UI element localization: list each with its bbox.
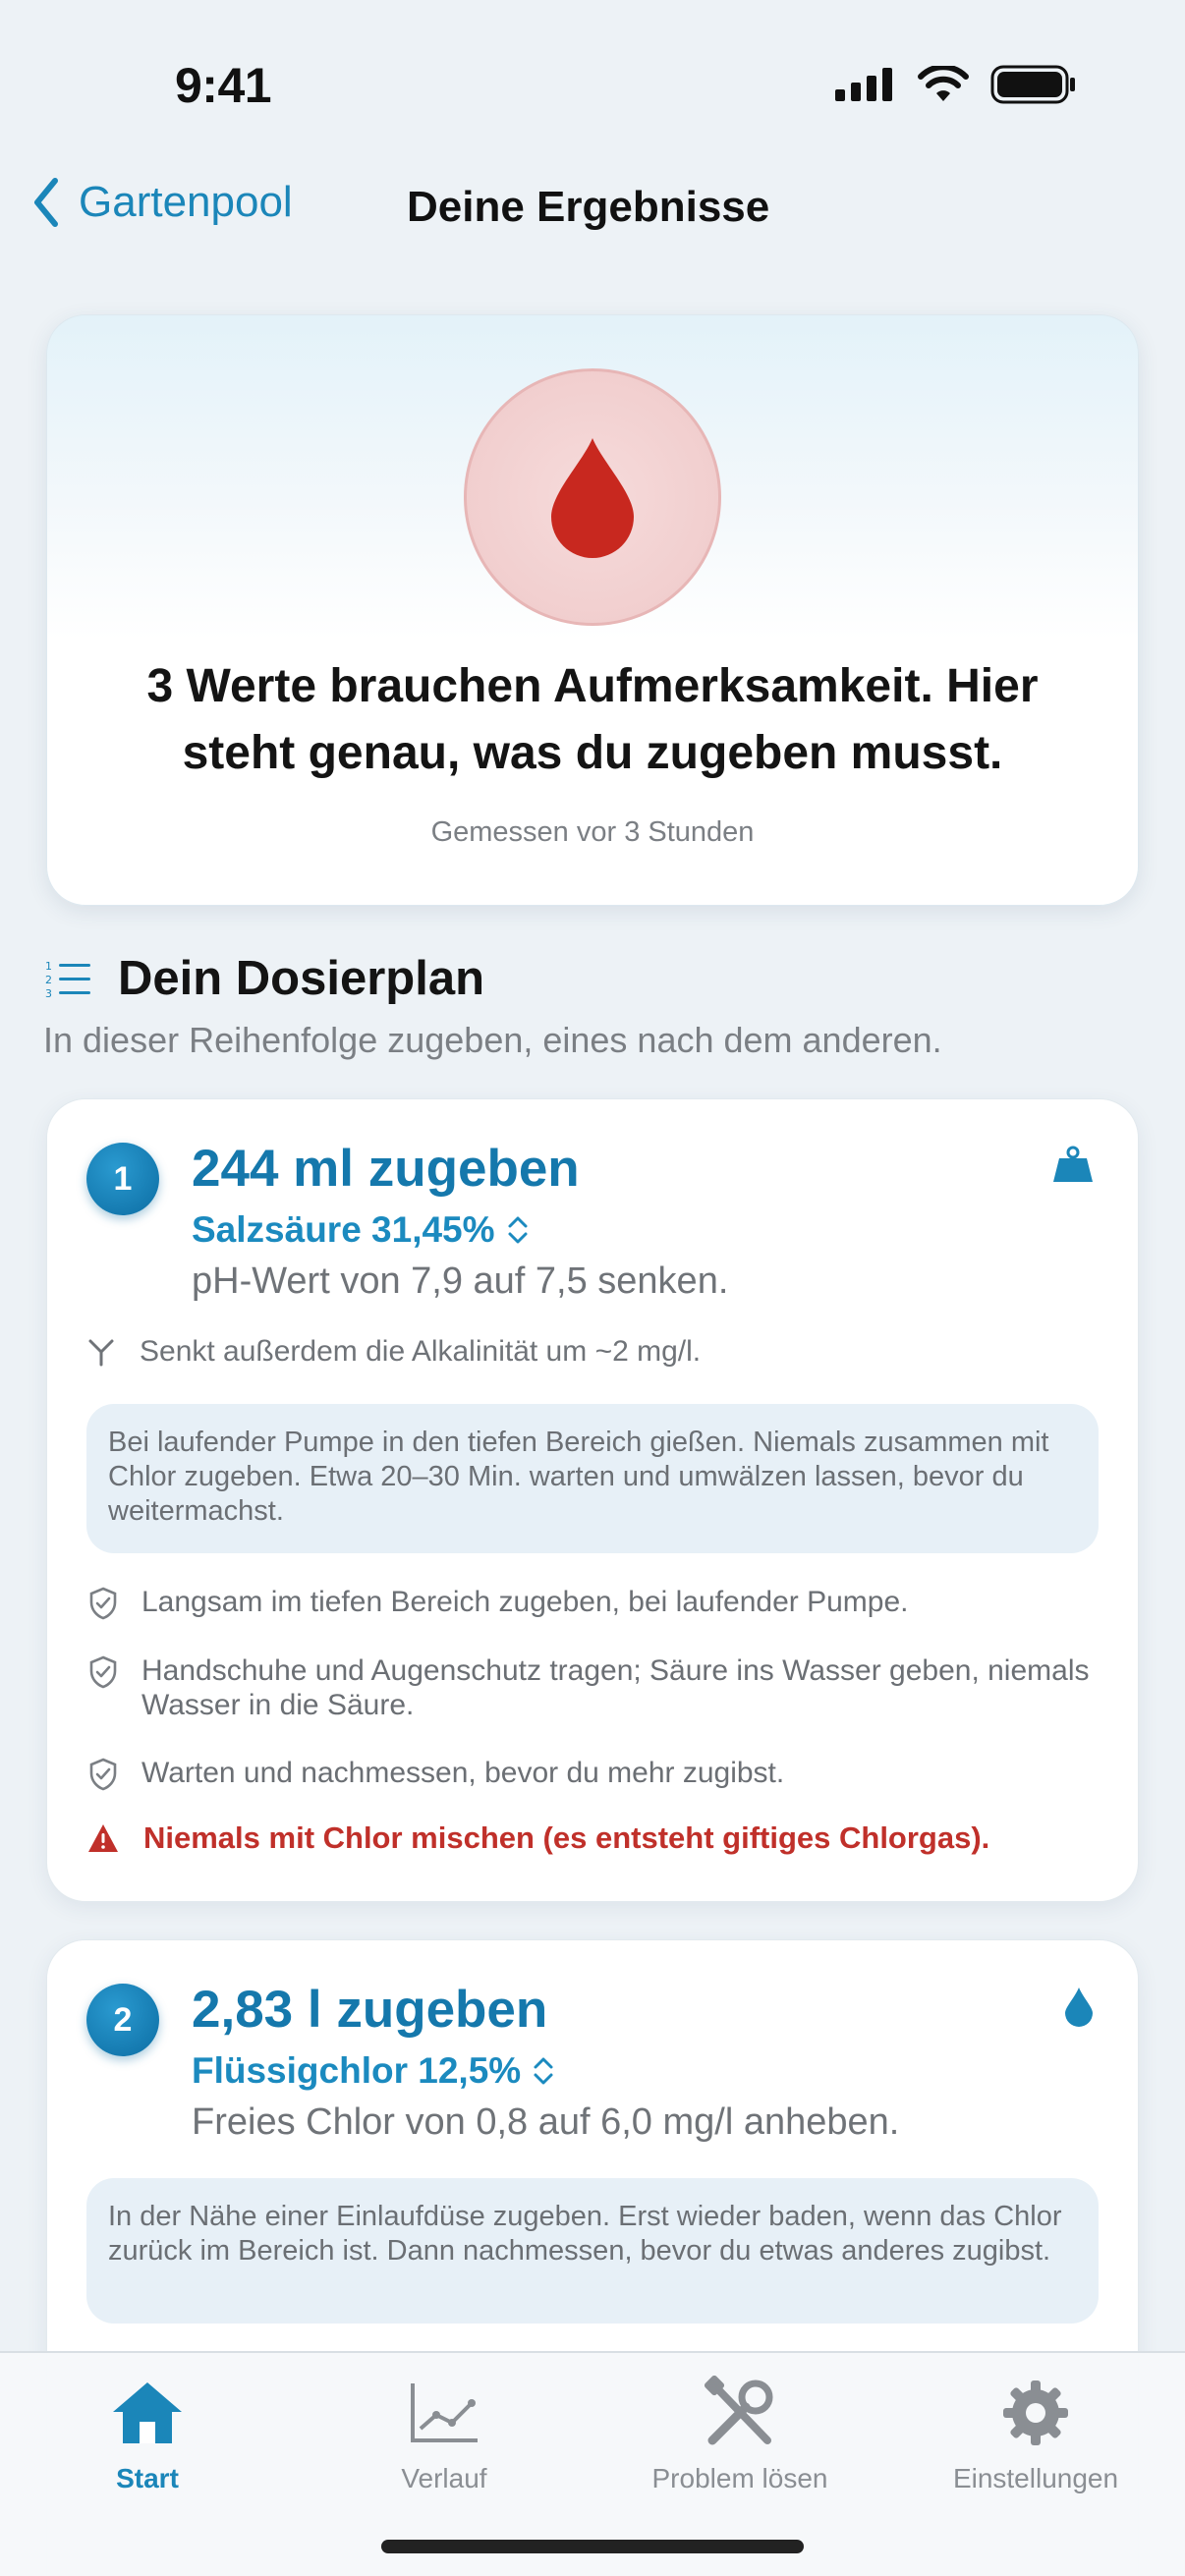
dose-goal: pH-Wert von 7,9 auf 7,5 senken. bbox=[192, 1260, 729, 1302]
warning-triangle-icon bbox=[88, 1824, 118, 1852]
warning-item: Niemals mit Chlor mischen (es entsteht g… bbox=[86, 1820, 1099, 1856]
safety-check-text: Handschuhe und Augenschutz tragen; Säure… bbox=[141, 1654, 1090, 1721]
summary-headline: 3 Werte brauchen Aufmerksamkeit. Hier st… bbox=[146, 660, 1039, 779]
section-header: 1 2 3 Dein Dosierplan bbox=[45, 951, 484, 1006]
results-screen: 9:41 Gartenpool Deine Ergebnisse 3 Werte… bbox=[0, 0, 1185, 2576]
home-indicator bbox=[381, 2540, 804, 2553]
tab-verlauf[interactable]: Verlauf bbox=[297, 2373, 592, 2494]
dose-amount: 2,83 l zugeben bbox=[192, 1981, 548, 2039]
chart-icon bbox=[297, 2373, 592, 2453]
section-title: Dein Dosierplan bbox=[118, 952, 485, 1005]
tab-label: Verlauf bbox=[401, 2463, 487, 2493]
numbered-list-icon: 1 2 3 bbox=[45, 960, 90, 998]
chemical-name: Salzsäure 31,45% bbox=[192, 1209, 495, 1250]
tab-start[interactable]: Start bbox=[0, 2373, 295, 2494]
measured-timestamp: Gemessen vor 3 Stunden bbox=[430, 816, 755, 848]
safety-check-text: Langsam im tiefen Bereich zugeben, bei l… bbox=[141, 1586, 909, 1618]
tab-label: Problem lösen bbox=[651, 2463, 828, 2493]
safety-check-item: Langsam im tiefen Bereich zugeben, bei l… bbox=[86, 1585, 1099, 1620]
side-effect-note: Senkt außerdem die Alkalinität um ~2 mg/… bbox=[86, 1335, 701, 1369]
status-time: 9:41 bbox=[175, 58, 272, 113]
safety-check-item: Handschuhe und Augenschutz tragen; Säure… bbox=[86, 1653, 1099, 1722]
instruction-box: In der Nähe einer Einlaufdüse zugeben. E… bbox=[86, 2178, 1099, 2324]
blood-drop-icon bbox=[551, 438, 634, 558]
gear-icon bbox=[888, 2373, 1183, 2453]
shield-check-icon bbox=[89, 1587, 117, 1620]
safety-check-text: Warten und nachmessen, bevor du mehr zug… bbox=[141, 1757, 785, 1789]
water-drop-icon bbox=[1063, 1986, 1095, 2032]
branch-icon bbox=[88, 1339, 114, 1367]
page-title: Deine Ergebnisse bbox=[407, 183, 770, 231]
chevron-left-icon bbox=[34, 178, 58, 227]
tab-label: Einstellungen bbox=[952, 2463, 1119, 2493]
summary-card: 3 Werte brauchen Aufmerksamkeit. Hier st… bbox=[46, 314, 1139, 906]
status-badge bbox=[464, 368, 721, 626]
home-icon bbox=[0, 2373, 295, 2453]
step-number-badge: 1 bbox=[86, 1143, 159, 1215]
shield-check-icon bbox=[89, 1758, 117, 1791]
tab-label: Start bbox=[116, 2463, 179, 2493]
tab-einstellungen[interactable]: Einstellungen bbox=[888, 2373, 1183, 2494]
chemical-selector[interactable]: Salzsäure 31,45% bbox=[192, 1209, 529, 1251]
chemical-selector[interactable]: Flüssigchlor 12,5% bbox=[192, 2050, 554, 2092]
tools-icon bbox=[592, 2373, 887, 2453]
navigation-bar: Gartenpool Deine Ergebnisse bbox=[0, 177, 1185, 246]
back-label: Gartenpool bbox=[79, 178, 293, 226]
svg-text:2: 2 bbox=[45, 974, 52, 986]
chemical-name: Flüssigchlor 12,5% bbox=[192, 2050, 522, 2091]
chevron-up-down-icon bbox=[534, 2057, 553, 2085]
section-subtitle: In dieser Reihenfolge zugeben, eines nac… bbox=[43, 1020, 942, 1060]
dose-goal: Freies Chlor von 0,8 auf 6,0 mg/l anhebe… bbox=[192, 2101, 900, 2143]
wifi-icon bbox=[918, 66, 969, 101]
svg-text:1: 1 bbox=[45, 960, 52, 973]
instruction-box: Bei laufender Pumpe in den tiefen Bereic… bbox=[86, 1404, 1099, 1553]
status-icons bbox=[835, 65, 1077, 104]
svg-text:3: 3 bbox=[45, 987, 52, 998]
safety-check-item: Warten und nachmessen, bevor du mehr zug… bbox=[86, 1756, 1099, 1791]
cellular-signal-icon bbox=[835, 68, 892, 101]
warning-text: Niemals mit Chlor mischen (es entsteht g… bbox=[143, 1820, 990, 1855]
chevron-up-down-icon bbox=[508, 1216, 528, 1244]
dosing-step-card: 1 244 ml zugeben Salzsäure 31,45% pH-Wer… bbox=[46, 1098, 1139, 1902]
status-bar: 9:41 bbox=[0, 0, 1185, 167]
shield-check-icon bbox=[89, 1655, 117, 1689]
side-effect-text: Senkt außerdem die Alkalinität um ~2 mg/… bbox=[140, 1335, 702, 1368]
step-number-badge: 2 bbox=[86, 1984, 159, 2056]
battery-icon bbox=[990, 65, 1075, 104]
weight-icon bbox=[1051, 1145, 1095, 1189]
dose-amount: 244 ml zugeben bbox=[192, 1140, 580, 1198]
back-button[interactable]: Gartenpool bbox=[31, 177, 293, 228]
tab-problem-loesen[interactable]: Problem lösen bbox=[592, 2373, 887, 2494]
